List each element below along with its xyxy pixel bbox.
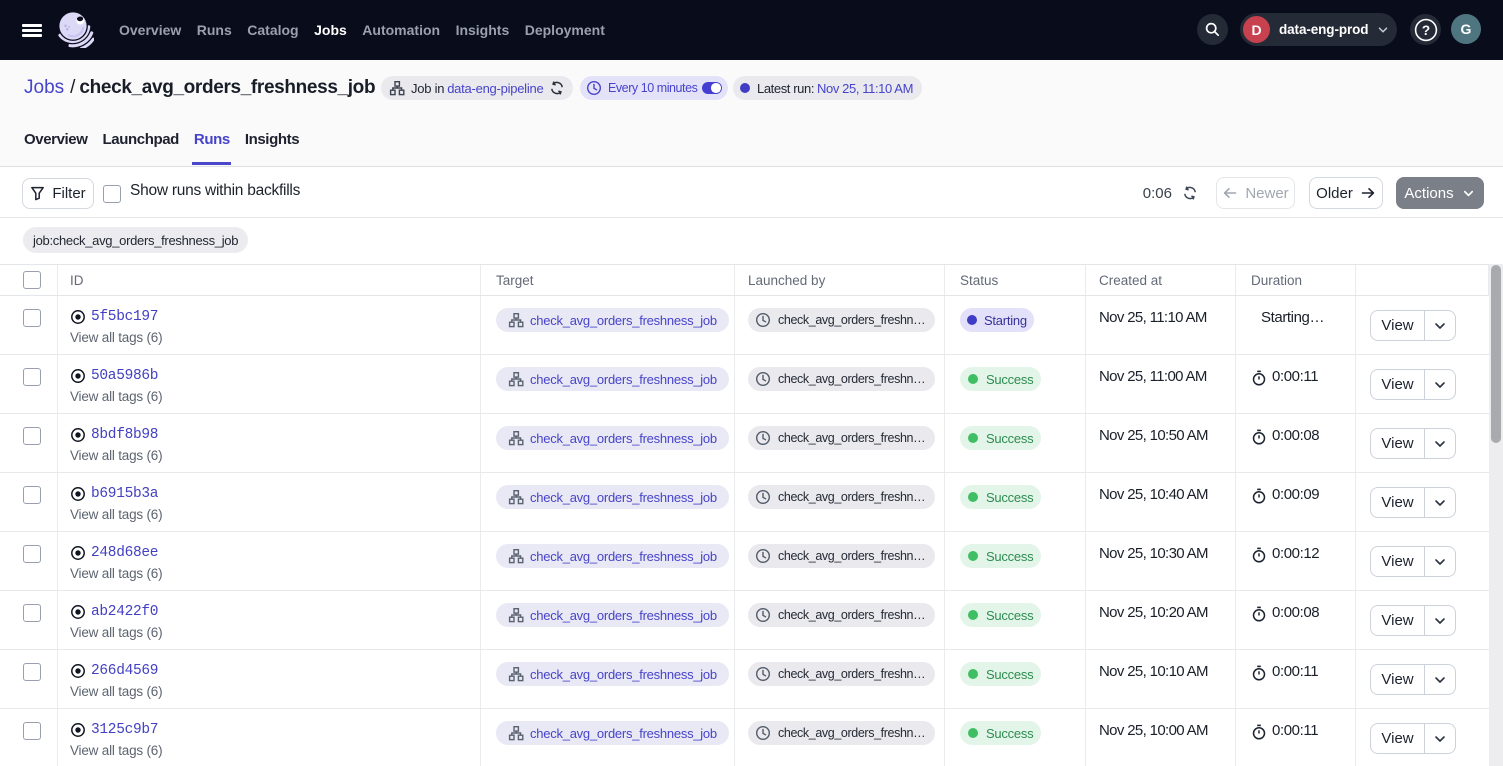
svg-text:?: ? xyxy=(1421,22,1429,37)
